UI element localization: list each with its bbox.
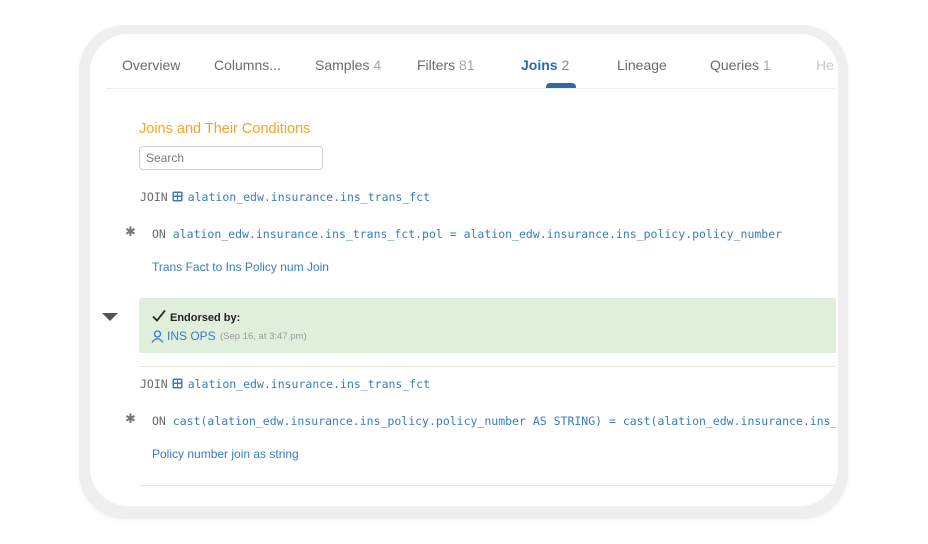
- join-keyword: JOIN: [140, 190, 168, 204]
- tab-more[interactable]: He: [816, 57, 834, 73]
- tab-overview[interactable]: Overview: [122, 57, 180, 73]
- join-table-link[interactable]: alation_edw.insurance.ins_trans_fct: [188, 377, 430, 391]
- checkmark-icon: [152, 309, 166, 322]
- section-title: Joins and Their Conditions: [139, 121, 311, 137]
- search-input[interactable]: [139, 146, 323, 170]
- endorsement-time: (Sep 16, at 3:47 pm): [220, 331, 307, 342]
- table-icon: [172, 191, 183, 202]
- join-description[interactable]: Trans Fact to Ins Policy num Join: [152, 260, 329, 274]
- endorser-link[interactable]: INS OPS: [167, 329, 216, 343]
- join-condition-row: ON cast(alation_edw.insurance.ins_policy…: [152, 414, 836, 428]
- tab-count: 4: [373, 57, 382, 73]
- divider: [139, 485, 836, 486]
- join-description[interactable]: Policy number join as string: [152, 447, 299, 461]
- asterisk-icon: ✱: [125, 412, 136, 427]
- tab-label: Samples: [315, 57, 370, 73]
- collapse-caret-icon[interactable]: [102, 313, 118, 321]
- on-keyword: ON: [152, 227, 166, 241]
- on-keyword: ON: [152, 414, 166, 428]
- tab-label: Lineage: [617, 57, 667, 73]
- asterisk-icon: ✱: [125, 225, 136, 240]
- tab-label: Joins: [521, 57, 558, 73]
- divider: [139, 366, 836, 367]
- content-card: Overview Columns... Samples 4 Filters 81…: [90, 34, 838, 506]
- join-table-row: JOIN alation_edw.insurance.ins_trans_fct: [140, 377, 430, 391]
- active-tab-indicator: [546, 83, 576, 88]
- tab-label: Overview: [122, 57, 181, 73]
- join-table-row: JOIN alation_edw.insurance.ins_trans_fct: [140, 190, 430, 204]
- join-condition[interactable]: alation_edw.insurance.ins_trans_fct.pol …: [173, 227, 782, 241]
- tab-label: Queries: [710, 57, 760, 73]
- tab-label: Filters: [417, 57, 456, 73]
- tab-count: 2: [561, 57, 570, 73]
- join-condition-row: ON alation_edw.insurance.ins_trans_fct.p…: [152, 227, 782, 241]
- tab-joins[interactable]: Joins 2: [521, 57, 569, 73]
- join-condition[interactable]: cast(alation_edw.insurance.ins_policy.po…: [173, 414, 836, 428]
- tab-count: 1: [762, 57, 771, 73]
- tab-lineage[interactable]: Lineage: [617, 57, 667, 73]
- tab-label: Columns...: [214, 57, 281, 73]
- table-icon: [172, 378, 183, 389]
- tab-filters[interactable]: Filters 81: [417, 57, 475, 73]
- tab-queries[interactable]: Queries 1: [710, 57, 771, 73]
- tab-bar: Overview Columns... Samples 4 Filters 81…: [106, 34, 836, 89]
- join-table-link[interactable]: alation_edw.insurance.ins_trans_fct: [188, 190, 430, 204]
- endorsement-box: Endorsed by: INS OPS (Sep 16, at 3:47 pm…: [139, 298, 836, 353]
- endorsed-by-label: Endorsed by:: [170, 312, 241, 324]
- tab-count: 81: [459, 57, 475, 73]
- tab-columns[interactable]: Columns...: [214, 57, 281, 73]
- joins-panel: Overview Columns... Samples 4 Filters 81…: [90, 34, 836, 506]
- tab-label: He: [816, 57, 834, 73]
- join-keyword: JOIN: [140, 377, 168, 391]
- tab-samples[interactable]: Samples 4: [315, 57, 381, 73]
- user-icon: [151, 330, 164, 343]
